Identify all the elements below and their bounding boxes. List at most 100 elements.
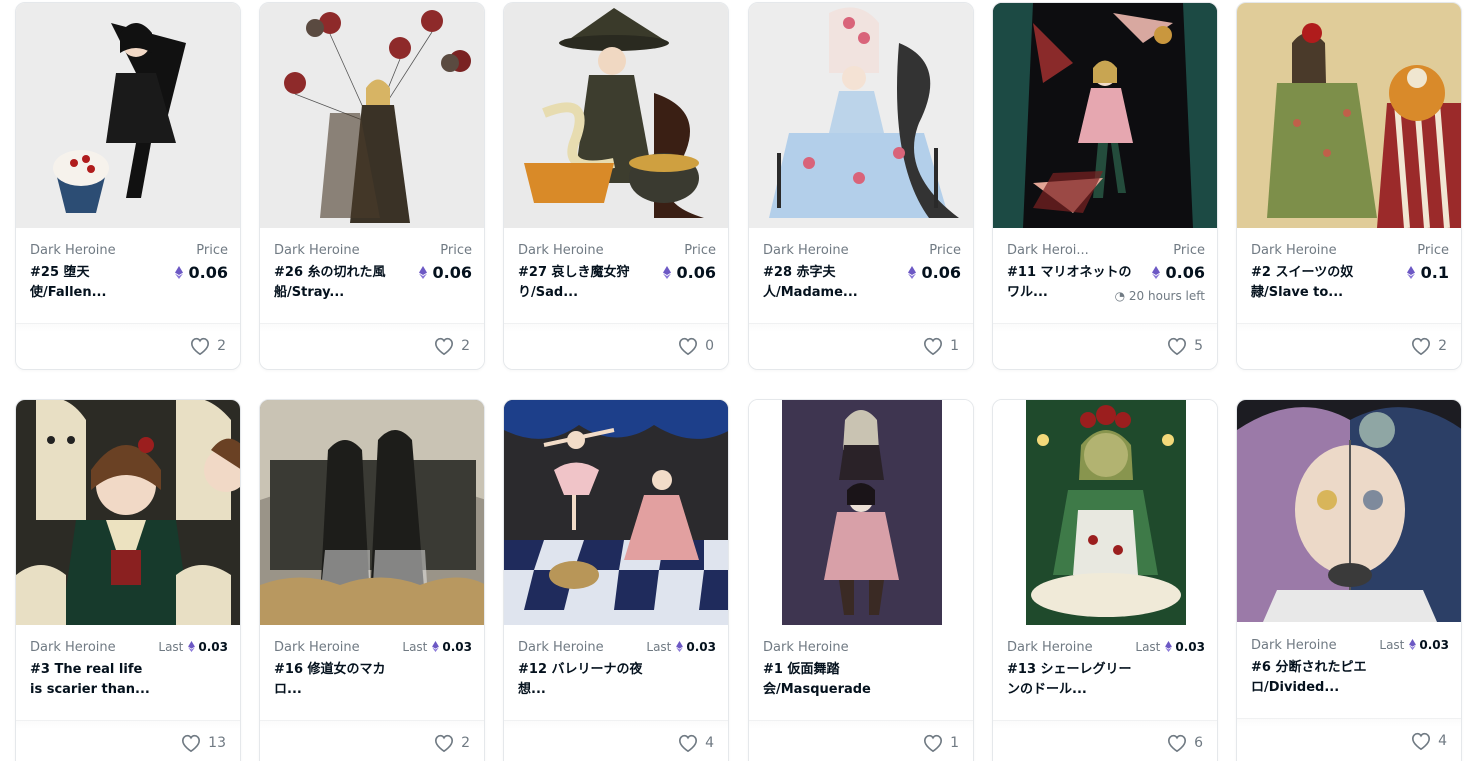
collection-name[interactable]: Dark Heroi...: [1007, 243, 1089, 258]
price-value: 0.06: [907, 263, 961, 282]
nft-image[interactable]: [749, 400, 973, 625]
favorite-button[interactable]: 5: [1166, 336, 1203, 356]
eth-icon: [188, 641, 196, 652]
favorite-count: 2: [1438, 338, 1447, 354]
collection-name[interactable]: Dark Heroine: [274, 640, 360, 655]
collection-name[interactable]: Dark Heroine: [763, 640, 849, 655]
last-sale-amount: 0.03: [442, 640, 472, 654]
nft-card[interactable]: Dark Heroine #3 The real life is scarier…: [15, 399, 241, 761]
collection-name[interactable]: Dark Heroine: [1007, 640, 1093, 655]
nft-title[interactable]: #12 バレリーナの夜想...: [518, 660, 646, 700]
nft-title[interactable]: #16 修道女のマカロ...: [274, 660, 402, 700]
eth-icon: [1406, 266, 1415, 279]
heart-icon: [1168, 337, 1187, 356]
favorite-button[interactable]: 2: [433, 733, 470, 753]
heart-icon: [679, 734, 698, 753]
nft-image[interactable]: [1237, 400, 1461, 622]
nft-image[interactable]: [993, 400, 1217, 625]
heart-icon: [191, 337, 210, 356]
price-amount: 0.06: [921, 263, 961, 282]
eth-icon: [1409, 639, 1417, 650]
favorite-button[interactable]: 1: [922, 733, 959, 753]
favorite-count: 4: [1438, 733, 1447, 749]
nft-card[interactable]: Dark Heroine #13 シェーレグリーンのドール... Last 0.0…: [992, 399, 1218, 761]
eth-icon: [1151, 266, 1160, 279]
favorite-button[interactable]: 2: [1410, 336, 1447, 356]
last-label: Last: [402, 640, 428, 654]
nft-card[interactable]: Dark Heroine #2 スイーツの奴隷/Slave to... Pric…: [1236, 2, 1462, 370]
last-sale: Last 0.03: [646, 640, 716, 654]
card-footer: 0: [504, 323, 728, 369]
favorite-count: 4: [705, 735, 714, 751]
nft-card[interactable]: Dark Heroine #1 仮面舞踏会/Masquerade 1: [748, 399, 974, 761]
nft-card[interactable]: Dark Heroi... #11 マリオネットのワル... Price 0.0…: [992, 2, 1218, 370]
favorite-button[interactable]: 0: [677, 336, 714, 356]
heart-icon: [182, 734, 201, 753]
favorite-button[interactable]: 6: [1166, 733, 1203, 753]
nft-image[interactable]: [260, 400, 484, 625]
card-footer: 6: [993, 720, 1217, 761]
nft-image[interactable]: [1237, 3, 1461, 228]
eth-icon: [174, 266, 183, 279]
collection-name[interactable]: Dark Heroine: [30, 640, 116, 655]
collection-name[interactable]: Dark Heroine: [1251, 243, 1337, 258]
nft-title[interactable]: #2 スイーツの奴隷/Slave to...: [1251, 263, 1379, 303]
nft-card[interactable]: Dark Heroine #25 堕天使/Fallen... Price 0.0…: [15, 2, 241, 370]
nft-card[interactable]: Dark Heroine #27 哀しき魔女狩り/Sad... Price 0.…: [503, 2, 729, 370]
nft-title[interactable]: #26 糸の切れた風船/Stray...: [274, 263, 402, 303]
collection-name[interactable]: Dark Heroine: [518, 640, 604, 655]
favorite-count: 1: [950, 338, 959, 354]
price-value: 0.06: [174, 263, 228, 282]
nft-title[interactable]: #28 赤字夫人/Madame...: [763, 263, 891, 303]
nft-image[interactable]: [504, 3, 728, 228]
nft-title[interactable]: #13 シェーレグリーンのドール...: [1007, 660, 1135, 700]
nft-card[interactable]: Dark Heroine #12 バレリーナの夜想... Last 0.03 4: [503, 399, 729, 761]
favorite-button[interactable]: 4: [1410, 731, 1447, 751]
heart-icon: [1168, 734, 1187, 753]
nft-title[interactable]: #1 仮面舞踏会/Masquerade: [763, 660, 891, 700]
heart-icon: [1412, 732, 1431, 751]
nft-image[interactable]: [749, 3, 973, 228]
favorite-button[interactable]: 1: [922, 336, 959, 356]
price-label: Price: [1173, 243, 1205, 258]
price-value: 0.06: [418, 263, 472, 282]
nft-image[interactable]: [993, 3, 1217, 228]
nft-image[interactable]: [504, 400, 728, 625]
nft-title[interactable]: #3 The real life is scarier than...: [30, 660, 158, 700]
nft-card[interactable]: Dark Heroine #6 分断されたピエロ/Divided... Last…: [1236, 399, 1462, 761]
nft-image[interactable]: [260, 3, 484, 228]
eth-icon: [907, 266, 916, 279]
collection-name[interactable]: Dark Heroine: [1251, 638, 1337, 653]
heart-icon: [435, 734, 454, 753]
heart-icon: [435, 337, 454, 356]
heart-icon: [924, 734, 943, 753]
nft-card[interactable]: Dark Heroine #16 修道女のマカロ... Last 0.03 2: [259, 399, 485, 761]
last-label: Last: [1135, 640, 1161, 654]
collection-name[interactable]: Dark Heroine: [518, 243, 604, 258]
collection-name[interactable]: Dark Heroine: [30, 243, 116, 258]
nft-title[interactable]: #6 分断されたピエロ/Divided...: [1251, 658, 1379, 698]
favorite-button[interactable]: 2: [433, 336, 470, 356]
last-label: Last: [646, 640, 672, 654]
collection-name[interactable]: Dark Heroine: [763, 243, 849, 258]
card-footer: 2: [16, 323, 240, 369]
collection-name[interactable]: Dark Heroine: [274, 243, 360, 258]
card-footer: 1: [749, 720, 973, 761]
favorite-button[interactable]: 13: [180, 733, 226, 753]
favorite-count: 0: [705, 338, 714, 354]
price-value: 0.06: [662, 263, 716, 282]
price-amount: 0.1: [1420, 263, 1449, 282]
price-value: 0.06: [1151, 263, 1205, 282]
card-footer: 2: [260, 720, 484, 761]
nft-card[interactable]: Dark Heroine #28 赤字夫人/Madame... Price 0.…: [748, 2, 974, 370]
favorite-button[interactable]: 4: [677, 733, 714, 753]
favorite-button[interactable]: 2: [189, 336, 226, 356]
nft-card[interactable]: Dark Heroine #26 糸の切れた風船/Stray... Price …: [259, 2, 485, 370]
nft-image[interactable]: [16, 3, 240, 228]
nft-image[interactable]: [16, 400, 240, 625]
card-footer: 5: [993, 323, 1217, 369]
nft-title[interactable]: #25 堕天使/Fallen...: [30, 263, 158, 303]
heart-icon: [924, 337, 943, 356]
nft-title[interactable]: #27 哀しき魔女狩り/Sad...: [518, 263, 646, 303]
last-sale-amount: 0.03: [198, 640, 228, 654]
